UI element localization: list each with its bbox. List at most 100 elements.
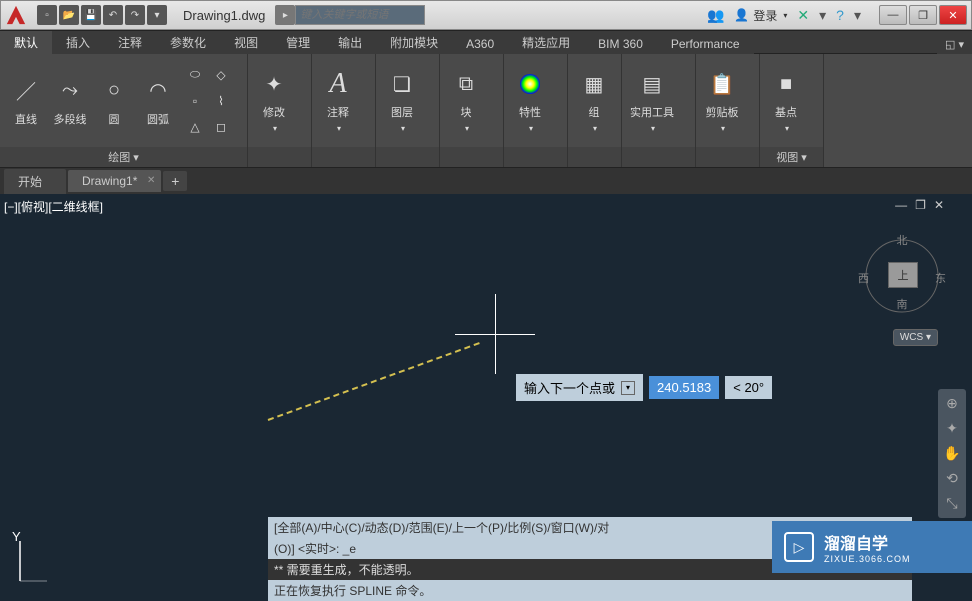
qat-undo[interactable]: ↶ — [103, 5, 123, 25]
minimize-button[interactable]: — — [879, 5, 907, 25]
viewport-label[interactable]: [−][俯视][二维线框] — [4, 198, 103, 215]
tool-block[interactable]: ⧉块▾ — [448, 68, 484, 133]
ribbon-tab-featured[interactable]: 精选应用 — [508, 31, 584, 54]
tool-line[interactable]: ／直线 — [8, 75, 44, 127]
viewcube[interactable]: 北 南 东 西 上 — [862, 234, 942, 324]
panel-modify: ✦修改▾ — [248, 54, 312, 167]
panel-view: ■基点▾ 视图 ▾ — [760, 54, 824, 167]
ribbon-tab-bim360[interactable]: BIM 360 — [584, 34, 657, 54]
small-tool-6[interactable]: ◻ — [210, 116, 232, 138]
compass-south[interactable]: 南 — [897, 296, 908, 312]
panel-properties: 特性▾ — [504, 54, 568, 167]
new-tab-button[interactable]: + — [163, 171, 187, 191]
vp-minimize[interactable]: — — [895, 198, 907, 212]
search-box[interactable] — [295, 5, 425, 25]
small-tool-4[interactable]: ⌇ — [210, 90, 232, 112]
panel-title-view[interactable]: 视图 ▾ — [760, 147, 823, 167]
titlebar: ▫ 📂 💾 ↶ ↷ ▾ Drawing1.dwg ▸ 👥 👤 登录 ▾ ✕ ▾ … — [0, 0, 972, 30]
ribbon-tab-view[interactable]: 视图 — [220, 31, 272, 54]
nav-wheel[interactable]: ✦ — [946, 420, 958, 437]
ribbon-tab-annotate[interactable]: 注释 — [104, 31, 156, 54]
chevron-down-icon: ▾ — [401, 124, 405, 133]
exchange-icon[interactable]: ✕ — [797, 7, 809, 24]
ucs-y-label: Y — [12, 529, 21, 544]
drawing-viewport[interactable]: [−][俯视][二维线框] — ❐ ✕ 输入下一个点或 ▾ 240.5183 <… — [0, 194, 972, 601]
tool-label: 圆弧 — [147, 111, 169, 127]
tool-clipboard[interactable]: 📋剪贴板▾ — [704, 68, 740, 133]
qat-save[interactable]: 💾 — [81, 5, 101, 25]
qat-open[interactable]: 📂 — [59, 5, 79, 25]
quick-access-toolbar: ▫ 📂 💾 ↶ ↷ ▾ — [31, 5, 173, 25]
tool-modify[interactable]: ✦修改▾ — [256, 68, 292, 133]
nav-orbit[interactable]: ⟲ — [946, 470, 958, 487]
vp-maximize[interactable]: ❐ — [915, 198, 926, 212]
app-logo[interactable] — [1, 0, 31, 30]
tool-label: 剪贴板 — [706, 104, 739, 120]
tool-circle[interactable]: ○圆 — [96, 75, 132, 127]
ribbon-tab-performance[interactable]: Performance — [657, 34, 754, 54]
help-dropdown-icon[interactable]: ▾ — [854, 7, 861, 24]
tool-label: 特性 — [519, 104, 541, 120]
ribbon-tab-parametric[interactable]: 参数化 — [156, 31, 220, 54]
tool-polyline[interactable]: ⤳多段线 — [52, 75, 88, 127]
ribbon-tab-insert[interactable]: 插入 — [52, 31, 104, 54]
tool-label: 圆 — [109, 111, 120, 127]
nav-zoom[interactable]: ⤡ — [946, 495, 957, 512]
ribbon-tab-manage[interactable]: 管理 — [272, 31, 324, 54]
search-input[interactable] — [295, 5, 425, 25]
qat-new[interactable]: ▫ — [37, 5, 57, 25]
panel-clipboard: 📋剪贴板▾ — [696, 54, 760, 167]
ribbon-tab-output[interactable]: 输出 — [324, 31, 376, 54]
ribbon-tab-addins[interactable]: 附加模块 — [376, 31, 452, 54]
small-tool-3[interactable]: ▫ — [184, 90, 206, 112]
qat-dropdown[interactable]: ▾ — [147, 5, 167, 25]
compass-west[interactable]: 西 — [858, 270, 869, 286]
tool-group[interactable]: ▦组▾ — [576, 68, 612, 133]
panel-block: ⧉块▾ — [440, 54, 504, 167]
qat-redo[interactable]: ↷ — [125, 5, 145, 25]
compass-east[interactable]: 东 — [935, 270, 946, 286]
tool-layer[interactable]: ❏图层▾ — [384, 68, 420, 133]
watermark-url: ZIXUE.3066.COM — [824, 554, 911, 564]
small-tool-2[interactable]: ◇ — [210, 64, 232, 86]
utilities-icon: ▤ — [636, 68, 668, 100]
tab-close-icon[interactable]: ✕ — [147, 175, 155, 186]
ribbon-expand-button[interactable]: ◱ ▾ — [937, 35, 972, 54]
tool-arc[interactable]: ◠圆弧 — [140, 75, 176, 127]
wcs-dropdown[interactable]: WCS ▾ — [893, 329, 938, 346]
tool-properties[interactable]: 特性▾ — [512, 68, 548, 133]
panel-title-draw[interactable]: 绘图 ▾ — [0, 147, 247, 167]
navigation-bar: ⊕ ✦ ✋ ⟲ ⤡ — [938, 389, 966, 518]
tool-utilities[interactable]: ▤实用工具▾ — [630, 68, 674, 133]
chevron-down-icon: ▾ — [593, 124, 597, 133]
panel-title — [696, 147, 759, 167]
file-tab-drawing1[interactable]: Drawing1*✕ — [68, 170, 161, 192]
nav-pan[interactable]: ✋ — [943, 445, 960, 462]
tool-annotate[interactable]: A注释▾ — [320, 68, 356, 133]
nav-fullnav[interactable]: ⊕ — [946, 395, 958, 412]
compass-north[interactable]: 北 — [897, 232, 908, 248]
tool-label: 修改 — [263, 104, 285, 120]
ucs-icon[interactable]: Y — [12, 536, 52, 589]
vp-close[interactable]: ✕ — [934, 198, 944, 212]
prompt-options-icon[interactable]: ▾ — [621, 381, 635, 395]
tool-label: 基点 — [775, 104, 797, 120]
help-icon[interactable]: ? — [836, 7, 844, 23]
dynamic-angle-input[interactable]: < 20° — [725, 376, 772, 399]
maximize-button[interactable]: ❐ — [909, 5, 937, 25]
close-button[interactable]: ✕ — [939, 5, 967, 25]
dynamic-distance-input[interactable]: 240.5183 — [649, 376, 719, 399]
login-button[interactable]: 👤 登录 ▾ — [734, 7, 787, 24]
ribbon-tab-default[interactable]: 默认 — [0, 31, 52, 54]
tool-basepoint[interactable]: ■基点▾ — [768, 68, 804, 133]
ribbon-tab-a360[interactable]: A360 — [452, 34, 508, 54]
small-tool-1[interactable]: ⬭ — [184, 64, 206, 86]
people-icon[interactable]: 👥 — [707, 7, 724, 24]
title-play-icon[interactable]: ▸ — [275, 5, 295, 25]
watermark-title: 溜溜自学 — [824, 530, 911, 554]
viewcube-top[interactable]: 上 — [888, 262, 918, 288]
dropdown-icon[interactable]: ▾ — [819, 7, 826, 24]
small-tool-5[interactable]: △ — [184, 116, 206, 138]
file-tab-start[interactable]: 开始 — [4, 169, 66, 194]
title-right-area: 👥 👤 登录 ▾ ✕ ▾ ? ▾ — ❐ ✕ — [707, 5, 971, 25]
